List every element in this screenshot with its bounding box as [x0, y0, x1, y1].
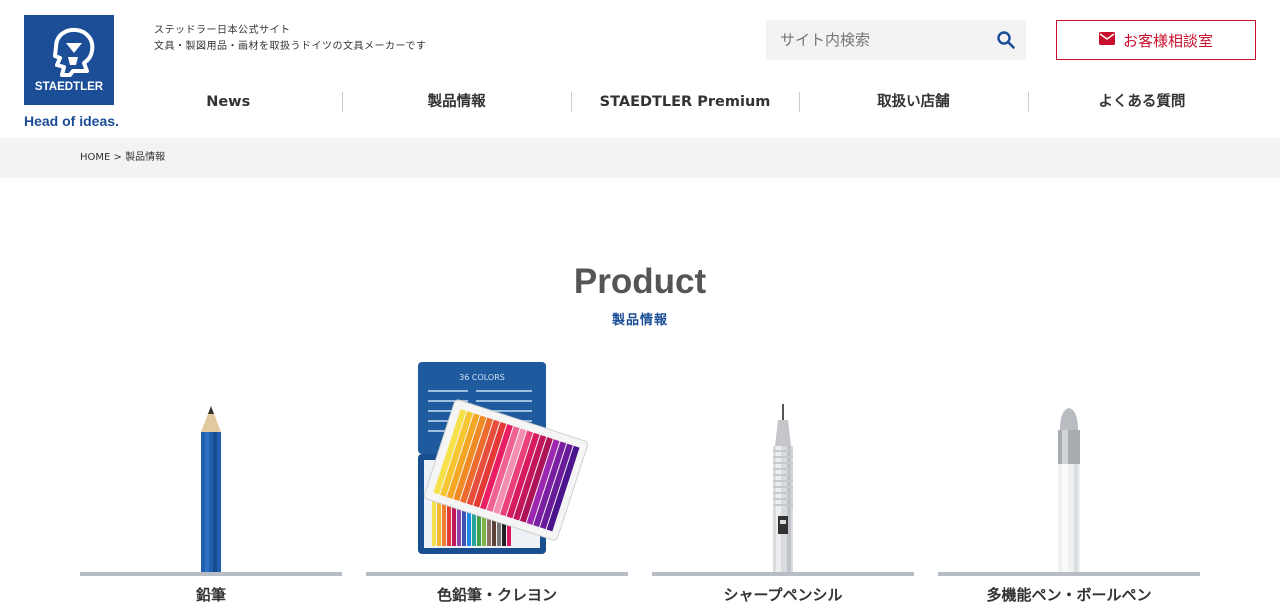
breadcrumb-separator: >	[113, 152, 122, 163]
envelope-icon	[1098, 31, 1115, 49]
breadcrumb-current: 製品情報	[125, 152, 166, 163]
logo-mark: STAEDTLER	[24, 15, 114, 105]
product-card-divider	[80, 572, 342, 576]
product-card-divider	[652, 572, 914, 576]
product-card-mechanical-pencil[interactable]: シャープペンシル	[652, 350, 914, 604]
product-label: 色鉛筆・クレヨン	[436, 586, 557, 604]
svg-text:36 COLORS: 36 COLORS	[459, 373, 505, 382]
product-card-divider	[366, 572, 628, 576]
main-nav: News 製品情報 STAEDTLER Premium 取扱い店舗 よくある質問	[114, 88, 1256, 116]
customer-support-label: お客様相談室	[1122, 31, 1213, 50]
product-label: 鉛筆	[195, 586, 226, 604]
logo-wordmark: STAEDTLER	[34, 81, 104, 93]
tagline-line-1: ステッドラー日本公式サイト	[154, 25, 291, 36]
product-label: 多機能ペン・ボールペン	[986, 586, 1152, 604]
pencil-image	[201, 406, 221, 572]
page-title: Product	[573, 262, 707, 301]
tagline-line-2: 文具・製図用品・画材を取扱うドイツの文具メーカーです	[154, 41, 427, 52]
nav-item-stores[interactable]: 取扱い店舗	[799, 88, 1027, 116]
colored-pencils-tin-image: 36 COLORS	[418, 362, 589, 554]
site-tagline: ステッドラー日本公式サイト 文具・製図用品・画材を取扱うドイツの文具メーカーです	[154, 23, 426, 55]
multi-pen-image	[1058, 408, 1080, 572]
nav-item-products[interactable]: 製品情報	[342, 88, 570, 116]
product-card-pencil[interactable]: 鉛筆	[80, 350, 342, 604]
customer-support-button[interactable]: お客様相談室	[1056, 20, 1256, 60]
brand-slogan: Head of ideas.	[24, 113, 119, 129]
breadcrumb-home-link[interactable]: HOME	[80, 152, 110, 163]
nav-item-premium[interactable]: STAEDTLER Premium	[570, 88, 799, 116]
staedtler-logo[interactable]: STAEDTLER Head of ideas.	[24, 15, 119, 129]
mechanical-pencil-image	[773, 404, 793, 572]
product-card-colored-pencils[interactable]: 36 COLORS 色鉛筆・クレヨン	[366, 350, 628, 604]
search-input[interactable]	[766, 20, 986, 60]
product-card-multi-pen[interactable]: 多機能ペン・ボールペン	[938, 350, 1200, 604]
page-subtitle: 製品情報	[611, 313, 668, 328]
search-icon[interactable]	[996, 30, 1016, 50]
search-box	[766, 20, 1026, 60]
nav-item-news[interactable]: News	[114, 88, 342, 116]
site-header: STAEDTLER Head of ideas. ステッドラー日本公式サイト 文…	[0, 0, 1280, 138]
product-label: シャープペンシル	[723, 586, 843, 604]
product-card-divider	[938, 572, 1200, 576]
product-category-list: 鉛筆 36 COLORS 色鉛筆・クレヨン シャープペンシル 多機能ペン・ボール…	[80, 350, 1200, 604]
breadcrumb: HOME > 製品情報	[0, 138, 1280, 178]
nav-item-faq[interactable]: よくある質問	[1027, 88, 1256, 116]
